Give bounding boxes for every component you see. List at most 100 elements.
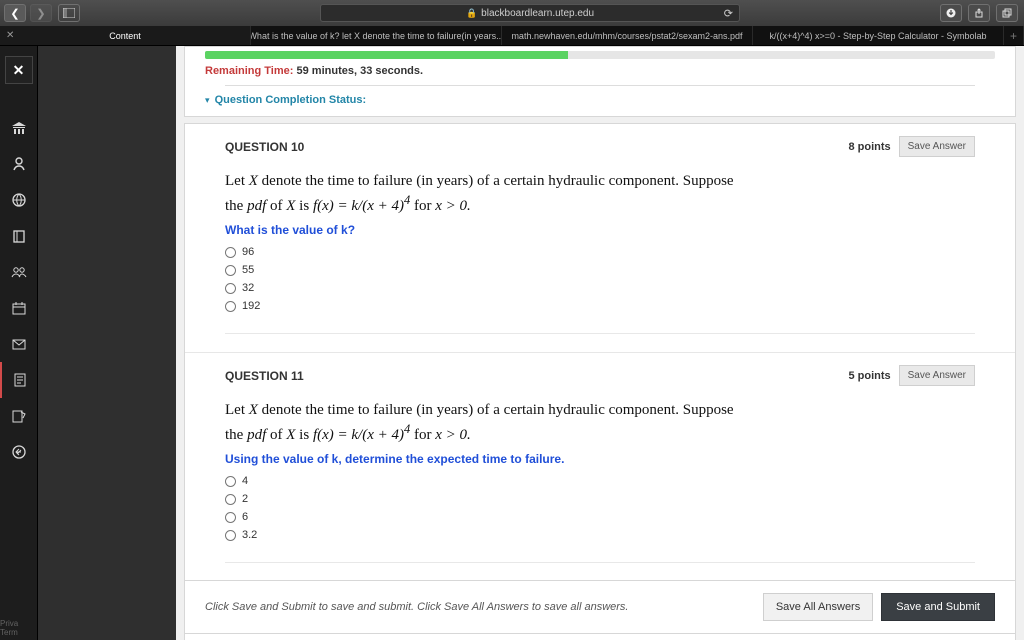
option-radio[interactable]: [225, 512, 236, 523]
tabs-icon: [1002, 8, 1012, 18]
question-stem: Let X denote the time to failure (in yea…: [225, 400, 975, 446]
tabs-button[interactable]: [996, 4, 1018, 22]
lock-icon: 🔒: [466, 8, 477, 19]
option-row[interactable]: 32: [225, 279, 975, 297]
share-button[interactable]: [968, 4, 990, 22]
option-row[interactable]: 192: [225, 297, 975, 315]
person-icon: [12, 157, 26, 171]
option-row[interactable]: 55: [225, 261, 975, 279]
save-answer-button[interactable]: Save Answer: [899, 136, 975, 157]
content-nav-panel: [38, 46, 176, 640]
option-label: 32: [242, 282, 254, 294]
edge-cut-labels: Priva Term: [0, 619, 18, 638]
mail-icon: [12, 339, 26, 350]
tab-0[interactable]: ✕ Content: [0, 26, 251, 45]
url-text: blackboardlearn.utep.edu: [481, 8, 594, 19]
tab-3[interactable]: k/((x+4)^4) x>=0 - Step-by-Step Calculat…: [753, 26, 1004, 45]
back-button[interactable]: ❮: [4, 4, 26, 22]
tab-1[interactable]: What is the value of k? let X denote the…: [251, 26, 502, 45]
panel-icon: [63, 8, 75, 18]
divider: [225, 562, 975, 563]
sidebar-item-calendar[interactable]: [0, 290, 37, 326]
tab-label: Content: [109, 31, 141, 41]
signout-icon: [12, 445, 26, 459]
option-radio[interactable]: [225, 494, 236, 505]
question-stem: Let X denote the time to failure (in yea…: [225, 171, 975, 217]
option-label: 4: [242, 475, 248, 487]
chevron-down-icon[interactable]: ▾: [205, 95, 210, 105]
globe-icon: [12, 193, 26, 207]
option-radio[interactable]: [225, 283, 236, 294]
book-icon: [12, 229, 26, 243]
test-header-block: Remaining Time: 59 minutes, 33 seconds. …: [184, 46, 1016, 117]
option-label: 96: [242, 246, 254, 258]
question-10: QUESTION 10 8 points Save Answer Let X d…: [185, 124, 1015, 352]
sidebar-item-checkbox[interactable]: [0, 362, 37, 398]
tab-label: What is the value of k? let X denote the…: [251, 31, 502, 41]
option-label: 3.2: [242, 529, 257, 541]
option-row[interactable]: 96: [225, 243, 975, 261]
option-row[interactable]: 3.2: [225, 526, 975, 544]
new-tab-button[interactable]: +: [1004, 26, 1024, 45]
option-label: 2: [242, 493, 248, 505]
share-icon: [974, 8, 984, 18]
close-icon[interactable]: ✕: [6, 30, 14, 41]
option-radio[interactable]: [225, 301, 236, 312]
sidebar-item-courses[interactable]: [0, 218, 37, 254]
sidebar-toggle[interactable]: [58, 4, 80, 22]
tab-label: math.newhaven.edu/mhm/courses/pstat2/sex…: [511, 31, 742, 41]
sidebar-item-profile[interactable]: [0, 146, 37, 182]
edit-icon: [12, 409, 26, 423]
sidebar-item-tools[interactable]: [0, 398, 37, 434]
answer-options: 96 55 32 192: [225, 243, 975, 315]
remaining-time-label: Remaining Time:: [205, 65, 293, 77]
remaining-time-value: 59 minutes, 33 seconds.: [297, 65, 424, 77]
save-and-submit-button[interactable]: Save and Submit: [881, 593, 995, 621]
course-sidebar: ✕: [0, 46, 38, 640]
question-completion-status[interactable]: Question Completion Status:: [215, 94, 367, 106]
question-points: 5 points: [848, 370, 890, 382]
question-heading: QUESTION 11: [225, 369, 304, 383]
question-11: QUESTION 11 5 points Save Answer Let X d…: [185, 352, 1015, 581]
option-row[interactable]: 4: [225, 472, 975, 490]
footer-hint: Click Save and Submit to save and submit…: [205, 601, 628, 613]
answer-options: 4 2 6 3.2: [225, 472, 975, 544]
divider: [225, 333, 975, 334]
submit-footer: Click Save and Submit to save and submit…: [184, 580, 1016, 634]
option-radio[interactable]: [225, 476, 236, 487]
option-label: 192: [242, 300, 260, 312]
group-icon: [11, 266, 27, 278]
divider: [225, 85, 975, 86]
option-label: 6: [242, 511, 248, 523]
main-content: Remaining Time: 59 minutes, 33 seconds. …: [176, 46, 1024, 640]
question-points: 8 points: [848, 141, 890, 153]
option-radio[interactable]: [225, 530, 236, 541]
download-button[interactable]: [940, 4, 962, 22]
close-panel-button[interactable]: ✕: [5, 56, 33, 84]
option-row[interactable]: 2: [225, 490, 975, 508]
calendar-icon: [12, 301, 26, 315]
download-icon: [946, 8, 956, 18]
tab-label: k/((x+4)^4) x>=0 - Step-by-Step Calculat…: [769, 31, 986, 41]
option-label: 55: [242, 264, 254, 276]
reload-icon[interactable]: ⟳: [724, 7, 733, 20]
sidebar-item-activity[interactable]: [0, 182, 37, 218]
save-all-answers-button[interactable]: Save All Answers: [763, 593, 873, 621]
tab-strip: ✕ Content What is the value of k? let X …: [0, 26, 1024, 46]
sidebar-item-signout[interactable]: [0, 434, 37, 470]
grades-icon: [13, 373, 27, 387]
progress-bar: [205, 51, 995, 59]
forward-button[interactable]: ❯: [30, 4, 52, 22]
save-answer-button[interactable]: Save Answer: [899, 365, 975, 386]
address-bar[interactable]: 🔒 blackboardlearn.utep.edu ⟳: [320, 4, 740, 22]
questions-panel: QUESTION 10 8 points Save Answer Let X d…: [184, 123, 1016, 640]
option-radio[interactable]: [225, 247, 236, 258]
tab-2[interactable]: math.newhaven.edu/mhm/courses/pstat2/sex…: [502, 26, 753, 45]
sidebar-item-organizations[interactable]: [0, 254, 37, 290]
progress-fill: [205, 51, 568, 59]
sidebar-item-messages[interactable]: [0, 326, 37, 362]
option-radio[interactable]: [225, 265, 236, 276]
institution-icon: [11, 121, 27, 135]
option-row[interactable]: 6: [225, 508, 975, 526]
sidebar-item-institution[interactable]: [0, 110, 37, 146]
